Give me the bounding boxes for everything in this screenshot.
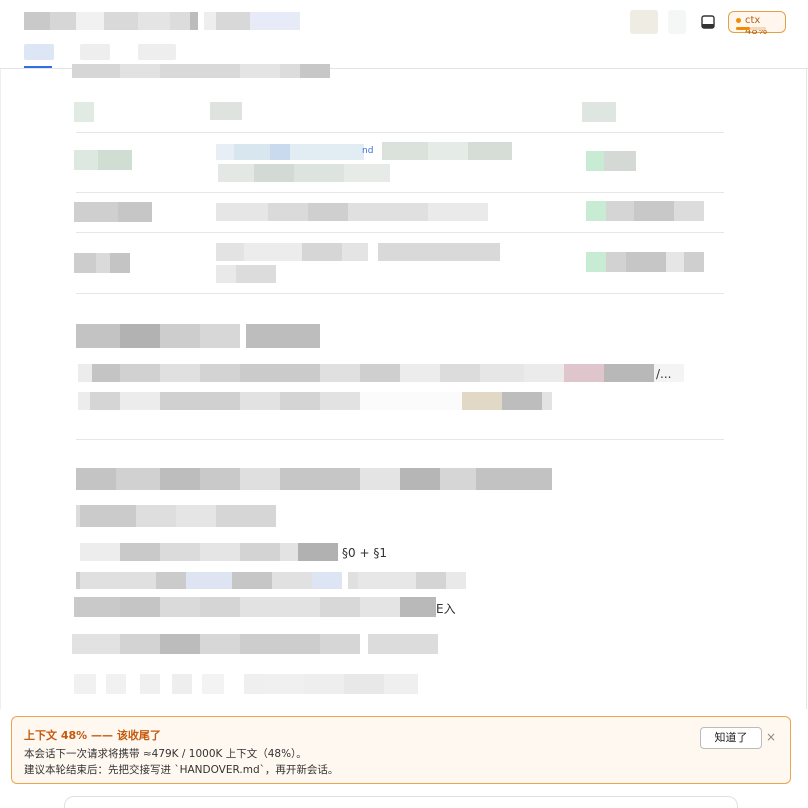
section-divider [76, 439, 724, 440]
banner-message-line-1: 本会话下一次请求将携带 ≈479K / 1000K 上下文（48%）。 [24, 748, 307, 760]
list-line-4-redacted [72, 634, 438, 654]
workspace-chip-redacted[interactable] [630, 10, 658, 34]
paragraph-line-1-suffix: /... [656, 367, 672, 381]
context-usage-fill [736, 27, 751, 30]
table-row-3-desc-2 [216, 265, 276, 283]
table-row-divider [76, 232, 724, 233]
session-title-redacted [24, 12, 320, 30]
table-row-1-desc-2 [218, 164, 390, 182]
banner-message-line-2: 建议本轮结束后：先把交接写进 `HANDOVER.md`，再开新会话。 [24, 764, 339, 776]
path-breadcrumb-redacted [72, 64, 330, 78]
panel-toggle-icon[interactable] [700, 14, 716, 30]
tab-3-redacted[interactable] [138, 44, 176, 60]
context-status-dot [736, 18, 741, 23]
context-usage-label: ctx 48% [745, 15, 768, 37]
section-2-heading-redacted [76, 468, 552, 490]
table-row-1-status [586, 151, 636, 171]
list-line-5-redacted [74, 674, 424, 694]
banner-title: 上下文 48% —— 该收尾了 [24, 729, 161, 742]
list-line-1-redacted [80, 543, 338, 561]
context-warning-banner: 上下文 48% —— 该收尾了 本会话下一次请求将携带 ≈479K / 1000… [11, 716, 791, 784]
table-header-col1 [74, 102, 94, 122]
table-row-2-desc [216, 203, 488, 221]
table-bottom-divider [76, 293, 724, 294]
acknowledge-button[interactable]: 知道了 [700, 727, 762, 749]
list-line-1-suffix: §0 + §1 [342, 546, 387, 560]
table-row-3-desc [216, 243, 500, 261]
list-line-3-suffix: E入 [436, 602, 456, 616]
tab-1-redacted[interactable] [24, 44, 54, 60]
table-row-3-status [586, 252, 704, 272]
context-usage-bar [736, 27, 766, 30]
table-row-1-name [74, 150, 132, 170]
paragraph-line-1-redacted [78, 364, 684, 382]
table-row-2-name [74, 202, 152, 222]
section-2-sub-redacted [76, 505, 276, 527]
table-row-1-link-text[interactable]: nd [362, 146, 373, 156]
content-frame-edge [806, 69, 807, 709]
table-row-3-name [74, 253, 130, 273]
context-usage-badge[interactable]: ctx 48% [728, 11, 786, 37]
app-header: ctx 48% [0, 0, 808, 44]
section-heading-redacted [76, 324, 320, 348]
list-line-2-redacted [76, 572, 466, 589]
table-divider [76, 132, 724, 133]
table-row-1-link[interactable] [216, 144, 364, 160]
message-composer[interactable] [64, 796, 738, 808]
header-chip-redacted[interactable] [668, 10, 686, 34]
table-row-1-desc [382, 142, 512, 160]
tab-2-redacted[interactable] [80, 44, 110, 60]
table-row-divider [76, 192, 724, 193]
list-line-3-redacted [74, 597, 436, 617]
table-header-col2 [210, 102, 242, 120]
paragraph-line-2-redacted [78, 392, 552, 410]
content-frame-edge-left [0, 69, 1, 709]
table-header-col3 [582, 102, 616, 122]
table-row-2-status [586, 201, 704, 221]
close-icon[interactable]: × [764, 729, 778, 745]
